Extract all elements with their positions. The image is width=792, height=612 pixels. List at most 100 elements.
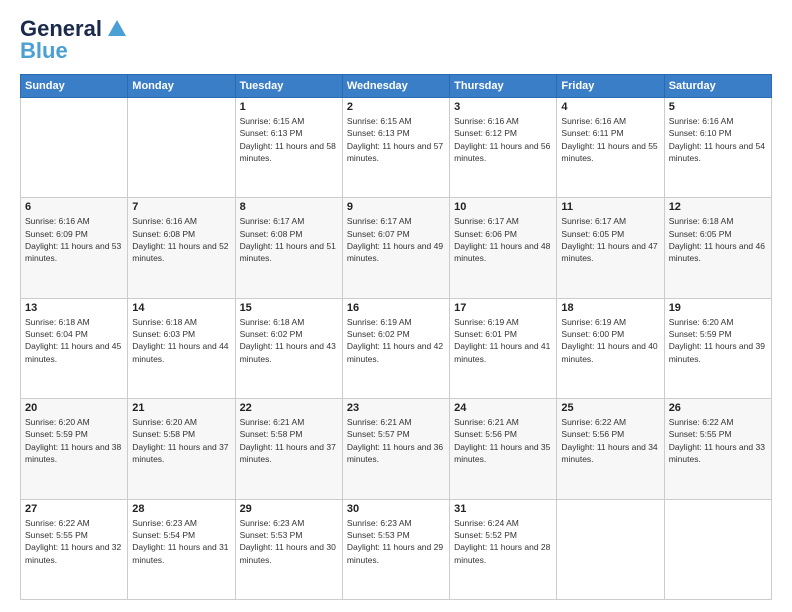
day-number: 30: [347, 503, 445, 515]
calendar-cell: 16Sunrise: 6:19 AMSunset: 6:02 PMDayligh…: [342, 298, 449, 398]
day-number: 4: [561, 101, 659, 113]
calendar-cell: 23 Sunrise: 6:21 AMSunset: 5:57 PMDayligh…: [342, 399, 449, 499]
calendar-cell: 3Sunrise: 6:16 AMSunset: 6:12 PMDaylight…: [450, 98, 557, 198]
day-info: Sunrise: 6:20 AMSunset: 5:58 PMDaylight:…: [132, 416, 230, 465]
day-info: Sunrise: 6:17 AMSunset: 6:05 PMDaylight:…: [561, 215, 659, 264]
day-info: Sunrise: 6:17 AMSunset: 6:06 PMDaylight:…: [454, 215, 552, 264]
day-number: 15: [240, 302, 338, 314]
calendar-cell: 6 Sunrise: 6:16 AMSunset: 6:09 PMDaylight…: [21, 198, 128, 298]
day-info: Sunrise: 6:23 AMSunset: 5:54 PMDaylight:…: [132, 517, 230, 566]
calendar-cell: 13 Sunrise: 6:18 AMSunset: 6:04 PMDayligh…: [21, 298, 128, 398]
calendar-cell: 29 Sunrise: 6:23 AMSunset: 5:53 PMDayligh…: [235, 499, 342, 599]
week-row-1: 6 Sunrise: 6:16 AMSunset: 6:09 PMDaylight…: [21, 198, 772, 298]
calendar-cell: 18 Sunrise: 6:19 AMSunset: 6:00 PMDayligh…: [557, 298, 664, 398]
day-number: 24: [454, 402, 552, 414]
day-info: Sunrise: 6:15 AMSunset: 6:13 PMDaylight:…: [347, 115, 445, 164]
calendar-cell: 25 Sunrise: 6:22 AMSunset: 5:56 PMDayligh…: [557, 399, 664, 499]
day-number: 29: [240, 503, 338, 515]
calendar-cell: 28 Sunrise: 6:23 AMSunset: 5:54 PMDayligh…: [128, 499, 235, 599]
calendar-cell: 8Sunrise: 6:17 AMSunset: 6:08 PMDaylight…: [235, 198, 342, 298]
day-info: Sunrise: 6:16 AMSunset: 6:10 PMDaylight:…: [669, 115, 767, 164]
header-day-monday: Monday: [128, 75, 235, 98]
calendar-cell: 17Sunrise: 6:19 AMSunset: 6:01 PMDayligh…: [450, 298, 557, 398]
page: General Blue SundayMondayTuesdayWednesda…: [0, 0, 792, 612]
day-info: Sunrise: 6:23 AMSunset: 5:53 PMDaylight:…: [240, 517, 338, 566]
day-info: Sunrise: 6:18 AMSunset: 6:05 PMDaylight:…: [669, 215, 767, 264]
header-day-friday: Friday: [557, 75, 664, 98]
day-info: Sunrise: 6:19 AMSunset: 6:00 PMDaylight:…: [561, 316, 659, 365]
header-day-wednesday: Wednesday: [342, 75, 449, 98]
day-info: Sunrise: 6:24 AMSunset: 5:52 PMDaylight:…: [454, 517, 552, 566]
calendar-cell: 10 Sunrise: 6:17 AMSunset: 6:06 PMDayligh…: [450, 198, 557, 298]
day-number: 31: [454, 503, 552, 515]
day-number: 25: [561, 402, 659, 414]
day-info: Sunrise: 6:18 AMSunset: 6:04 PMDaylight:…: [25, 316, 123, 365]
calendar-cell: 2 Sunrise: 6:15 AMSunset: 6:13 PMDaylight…: [342, 98, 449, 198]
calendar-cell: 12 Sunrise: 6:18 AMSunset: 6:05 PMDayligh…: [664, 198, 771, 298]
day-number: 22: [240, 402, 338, 414]
day-info: Sunrise: 6:20 AMSunset: 5:59 PMDaylight:…: [669, 316, 767, 365]
day-number: 11: [561, 201, 659, 213]
calendar-cell: 26 Sunrise: 6:22 AMSunset: 5:55 PMDayligh…: [664, 399, 771, 499]
day-info: Sunrise: 6:16 AMSunset: 6:08 PMDaylight:…: [132, 215, 230, 264]
calendar-cell: 20 Sunrise: 6:20 AMSunset: 5:59 PMDayligh…: [21, 399, 128, 499]
calendar-cell: [128, 98, 235, 198]
calendar-cell: 15 Sunrise: 6:18 AMSunset: 6:02 PMDayligh…: [235, 298, 342, 398]
week-row-0: 1 Sunrise: 6:15 AMSunset: 6:13 PMDaylight…: [21, 98, 772, 198]
calendar-cell: 27Sunrise: 6:22 AMSunset: 5:55 PMDayligh…: [21, 499, 128, 599]
day-info: Sunrise: 6:22 AMSunset: 5:55 PMDaylight:…: [669, 416, 767, 465]
calendar-table: SundayMondayTuesdayWednesdayThursdayFrid…: [20, 74, 772, 600]
calendar-cell: 19Sunrise: 6:20 AMSunset: 5:59 PMDayligh…: [664, 298, 771, 398]
day-number: 3: [454, 101, 552, 113]
calendar-cell: [664, 499, 771, 599]
week-row-2: 13 Sunrise: 6:18 AMSunset: 6:04 PMDayligh…: [21, 298, 772, 398]
calendar-header: SundayMondayTuesdayWednesdayThursdayFrid…: [21, 75, 772, 98]
calendar-cell: 14 Sunrise: 6:18 AMSunset: 6:03 PMDayligh…: [128, 298, 235, 398]
day-info: Sunrise: 6:17 AMSunset: 6:08 PMDaylight:…: [240, 215, 338, 264]
calendar-cell: 30Sunrise: 6:23 AMSunset: 5:53 PMDayligh…: [342, 499, 449, 599]
calendar-cell: 4 Sunrise: 6:16 AMSunset: 6:11 PMDaylight…: [557, 98, 664, 198]
day-number: 26: [669, 402, 767, 414]
day-number: 5: [669, 101, 767, 113]
logo-blue: Blue: [20, 38, 68, 64]
day-number: 10: [454, 201, 552, 213]
day-number: 21: [132, 402, 230, 414]
day-number: 27: [25, 503, 123, 515]
day-number: 12: [669, 201, 767, 213]
day-number: 13: [25, 302, 123, 314]
header-day-saturday: Saturday: [664, 75, 771, 98]
day-info: Sunrise: 6:15 AMSunset: 6:13 PMDaylight:…: [240, 115, 338, 164]
day-info: Sunrise: 6:16 AMSunset: 6:11 PMDaylight:…: [561, 115, 659, 164]
day-info: Sunrise: 6:17 AMSunset: 6:07 PMDaylight:…: [347, 215, 445, 264]
header-day-tuesday: Tuesday: [235, 75, 342, 98]
calendar-cell: 21 Sunrise: 6:20 AMSunset: 5:58 PMDayligh…: [128, 399, 235, 499]
day-number: 28: [132, 503, 230, 515]
day-info: Sunrise: 6:21 AMSunset: 5:56 PMDaylight:…: [454, 416, 552, 465]
calendar-cell: 9 Sunrise: 6:17 AMSunset: 6:07 PMDaylight…: [342, 198, 449, 298]
header-day-sunday: Sunday: [21, 75, 128, 98]
header: General Blue: [20, 16, 772, 64]
day-number: 23: [347, 402, 445, 414]
day-info: Sunrise: 6:22 AMSunset: 5:56 PMDaylight:…: [561, 416, 659, 465]
day-info: Sunrise: 6:19 AMSunset: 6:01 PMDaylight:…: [454, 316, 552, 365]
day-number: 9: [347, 201, 445, 213]
week-row-4: 27Sunrise: 6:22 AMSunset: 5:55 PMDayligh…: [21, 499, 772, 599]
day-info: Sunrise: 6:18 AMSunset: 6:03 PMDaylight:…: [132, 316, 230, 365]
day-info: Sunrise: 6:18 AMSunset: 6:02 PMDaylight:…: [240, 316, 338, 365]
day-info: Sunrise: 6:21 AMSunset: 5:58 PMDaylight:…: [240, 416, 338, 465]
day-number: 6: [25, 201, 123, 213]
logo: General Blue: [20, 16, 128, 64]
day-number: 14: [132, 302, 230, 314]
calendar-cell: 31 Sunrise: 6:24 AMSunset: 5:52 PMDayligh…: [450, 499, 557, 599]
day-number: 20: [25, 402, 123, 414]
day-number: 2: [347, 101, 445, 113]
day-info: Sunrise: 6:16 AMSunset: 6:09 PMDaylight:…: [25, 215, 123, 264]
day-number: 16: [347, 302, 445, 314]
day-number: 1: [240, 101, 338, 113]
calendar-cell: 11 Sunrise: 6:17 AMSunset: 6:05 PMDayligh…: [557, 198, 664, 298]
calendar-body: 1 Sunrise: 6:15 AMSunset: 6:13 PMDaylight…: [21, 98, 772, 600]
day-info: Sunrise: 6:20 AMSunset: 5:59 PMDaylight:…: [25, 416, 123, 465]
day-info: Sunrise: 6:21 AMSunset: 5:57 PMDaylight:…: [347, 416, 445, 465]
day-number: 18: [561, 302, 659, 314]
calendar-cell: [21, 98, 128, 198]
